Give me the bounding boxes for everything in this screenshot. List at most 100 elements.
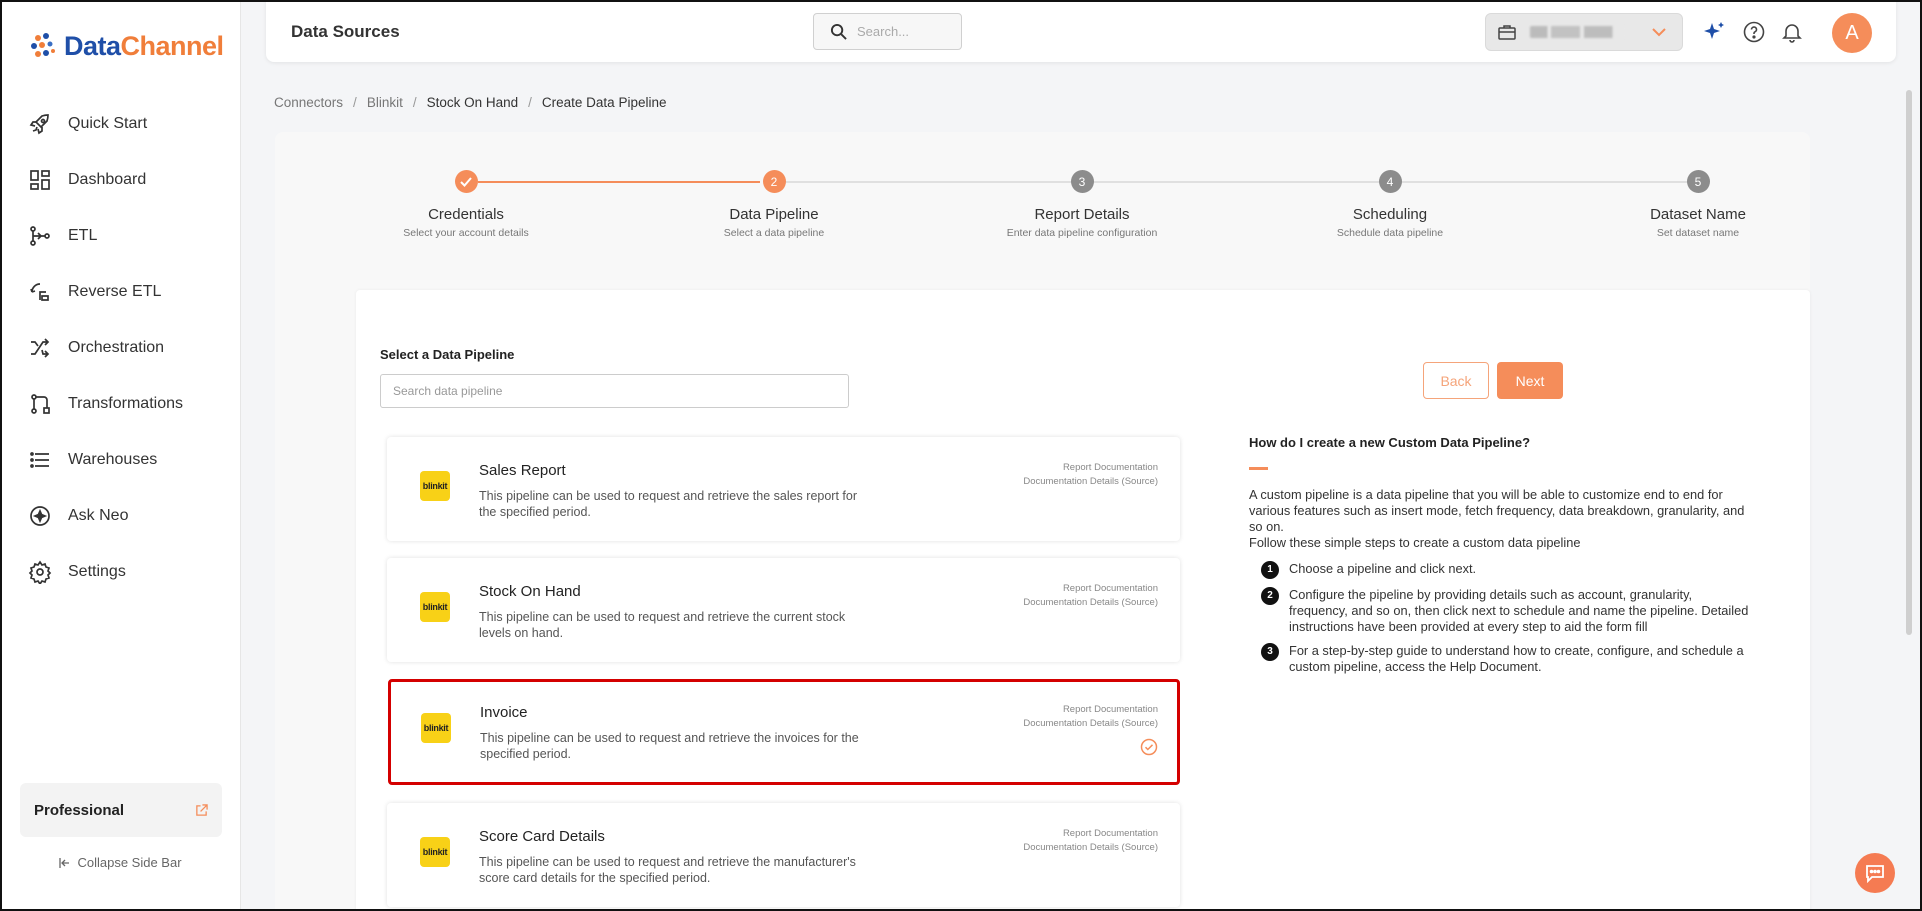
back-button[interactable]: Back bbox=[1423, 362, 1489, 399]
stepper-line-pending bbox=[786, 181, 1691, 183]
rocket-icon bbox=[29, 114, 49, 135]
sidebar-item-reverse-etl[interactable]: Reverse ETL bbox=[0, 264, 241, 320]
chat-button[interactable] bbox=[1855, 853, 1895, 893]
step-report-details[interactable]: 3 Report Details Enter data pipeline con… bbox=[982, 170, 1182, 239]
blinkit-logo: blinkit bbox=[420, 592, 450, 622]
briefcase-icon bbox=[1498, 25, 1516, 40]
step-title: Scheduling bbox=[1352, 206, 1428, 223]
report-documentation-link[interactable]: Report Documentation bbox=[1023, 461, 1158, 475]
pipeline-card-invoice[interactable]: blinkit Invoice This pipeline can be use… bbox=[388, 679, 1180, 785]
help-step-text: Configure the pipeline by providing deta… bbox=[1289, 587, 1749, 634]
documentation-details-link[interactable]: Documentation Details (Source) bbox=[1023, 475, 1158, 489]
pipeline-links: Report Documentation Documentation Detai… bbox=[1023, 703, 1158, 731]
sidebar-item-label: Transformations bbox=[68, 395, 183, 412]
step-data-pipeline[interactable]: 2 Data Pipeline Select a data pipeline bbox=[674, 170, 874, 239]
reverse-etl-icon bbox=[30, 283, 49, 301]
sidebar-item-label: Settings bbox=[68, 563, 126, 580]
sidebar-item-label: Dashboard bbox=[68, 171, 147, 188]
ai-sparkle-icon[interactable] bbox=[1702, 20, 1726, 44]
collapse-label: Collapse Side Bar bbox=[77, 855, 182, 870]
help-step: 2 Configure the pipeline by providing de… bbox=[1261, 587, 1749, 635]
chevron-down-icon bbox=[1652, 27, 1666, 36]
search-input[interactable] bbox=[857, 24, 937, 39]
breadcrumb-separator: / bbox=[528, 95, 532, 110]
step-title: Credentials bbox=[428, 206, 504, 223]
breadcrumb-connectors[interactable]: Connectors bbox=[274, 95, 343, 110]
sparkle-icon bbox=[30, 506, 50, 526]
step-title: Report Details bbox=[1034, 206, 1130, 223]
pipeline-title: Score Card Details bbox=[479, 828, 605, 845]
user-avatar[interactable]: A bbox=[1832, 13, 1872, 53]
help-icon[interactable] bbox=[1742, 20, 1766, 44]
help-title: How do I create a new Custom Data Pipeli… bbox=[1249, 435, 1531, 450]
sidebar-item-label: Warehouses bbox=[68, 451, 158, 468]
step-subtitle: Select a data pipeline bbox=[723, 227, 825, 239]
etl-icon bbox=[30, 226, 50, 246]
sidebar-item-settings[interactable]: Settings bbox=[0, 544, 241, 600]
breadcrumb-stock-on-hand[interactable]: Stock On Hand bbox=[427, 95, 519, 110]
selected-check-icon bbox=[1140, 738, 1158, 756]
report-documentation-link[interactable]: Report Documentation bbox=[1023, 703, 1158, 717]
collapse-icon bbox=[59, 857, 70, 868]
step-title: Data Pipeline bbox=[729, 206, 819, 223]
sidebar-item-orchestration[interactable]: Orchestration bbox=[0, 320, 241, 376]
orchestration-icon bbox=[31, 338, 50, 358]
step-subtitle: Set dataset name bbox=[1656, 227, 1740, 239]
step-scheduling[interactable]: 4 Scheduling Schedule data pipeline bbox=[1290, 170, 1490, 239]
pipeline-card-sales-report[interactable]: blinkit Sales Report This pipeline can b… bbox=[387, 437, 1180, 541]
global-search[interactable] bbox=[813, 13, 962, 50]
breadcrumb-create-data-pipeline: Create Data Pipeline bbox=[541, 95, 667, 110]
bell-icon[interactable] bbox=[1780, 20, 1804, 44]
sidebar-item-transformations[interactable]: Transformations bbox=[0, 376, 241, 432]
sidebar-nav: Quick Start Dashboard ETL Reverse ETL Or… bbox=[0, 96, 241, 600]
report-documentation-link[interactable]: Report Documentation bbox=[1023, 582, 1158, 596]
help-paragraph: A custom pipeline is a data pipeline tha… bbox=[1249, 487, 1745, 534]
breadcrumb-blinkit[interactable]: Blinkit bbox=[367, 95, 403, 110]
sidebar-item-etl[interactable]: ETL bbox=[0, 208, 241, 264]
step-subtitle: Select your account details bbox=[403, 227, 529, 239]
breadcrumb: Connectors / Blinkit / Stock On Hand / C… bbox=[274, 95, 666, 110]
help-panel: How do I create a new Custom Data Pipeli… bbox=[1249, 435, 1749, 683]
search-icon bbox=[830, 23, 847, 40]
step-subtitle: Schedule data pipeline bbox=[1336, 227, 1444, 239]
documentation-details-link[interactable]: Documentation Details (Source) bbox=[1023, 717, 1158, 731]
pipeline-description: This pipeline can be used to request and… bbox=[479, 610, 846, 640]
sidebar-item-ask-neo[interactable]: Ask Neo bbox=[0, 488, 241, 544]
help-step-text: Choose a pipeline and click next. bbox=[1289, 561, 1477, 576]
step-number: 4 bbox=[1378, 170, 1402, 193]
pipeline-card-score-card-details[interactable]: blinkit Score Card Details This pipeline… bbox=[387, 803, 1180, 907]
pipeline-links: Report Documentation Documentation Detai… bbox=[1023, 582, 1158, 610]
help-steps: 1 Choose a pipeline and click next. 2 Co… bbox=[1261, 561, 1749, 675]
pipeline-description: This pipeline can be used to request and… bbox=[479, 489, 857, 519]
documentation-details-link[interactable]: Documentation Details (Source) bbox=[1023, 596, 1158, 610]
pipeline-search-input[interactable] bbox=[380, 374, 849, 408]
dashboard-icon bbox=[30, 170, 50, 190]
help-step-number: 3 bbox=[1261, 643, 1279, 661]
help-step-number: 1 bbox=[1261, 561, 1279, 579]
next-button[interactable]: Next bbox=[1497, 362, 1563, 399]
sidebar-item-quick-start[interactable]: Quick Start bbox=[0, 96, 241, 152]
breadcrumb-separator: / bbox=[412, 95, 417, 110]
breadcrumb-separator: / bbox=[353, 95, 357, 110]
sidebar-item-dashboard[interactable]: Dashboard bbox=[0, 152, 241, 208]
help-step-text: For a step-by-step guide to understand h… bbox=[1289, 643, 1744, 674]
step-dataset-name[interactable]: 5 Dataset Name Set dataset name bbox=[1598, 170, 1798, 239]
sidebar: DataChannel Quick Start Dashboard ETL Re… bbox=[0, 0, 241, 911]
external-link-icon[interactable] bbox=[195, 803, 208, 817]
documentation-details-link[interactable]: Documentation Details (Source) bbox=[1023, 841, 1158, 855]
pipeline-title: Stock On Hand bbox=[479, 583, 581, 600]
step-title: Dataset Name bbox=[1650, 206, 1746, 223]
workspace-selector[interactable] bbox=[1485, 13, 1683, 51]
plan-card[interactable]: Professional bbox=[20, 783, 222, 837]
collapse-sidebar-button[interactable]: Collapse Side Bar bbox=[0, 855, 241, 870]
step-credentials[interactable]: Credentials Select your account details bbox=[366, 170, 566, 239]
blinkit-logo: blinkit bbox=[421, 713, 451, 743]
select-pipeline-label: Select a Data Pipeline bbox=[380, 347, 515, 362]
report-documentation-link[interactable]: Report Documentation bbox=[1023, 827, 1158, 841]
datachannel-logo[interactable]: DataChannel bbox=[28, 30, 224, 62]
help-step-number: 2 bbox=[1261, 587, 1279, 605]
pipeline-card-stock-on-hand[interactable]: blinkit Stock On Hand This pipeline can … bbox=[387, 558, 1180, 662]
page-scrollbar[interactable] bbox=[1906, 90, 1912, 635]
sidebar-item-warehouses[interactable]: Warehouses bbox=[0, 432, 241, 488]
warehouses-icon bbox=[30, 452, 49, 468]
